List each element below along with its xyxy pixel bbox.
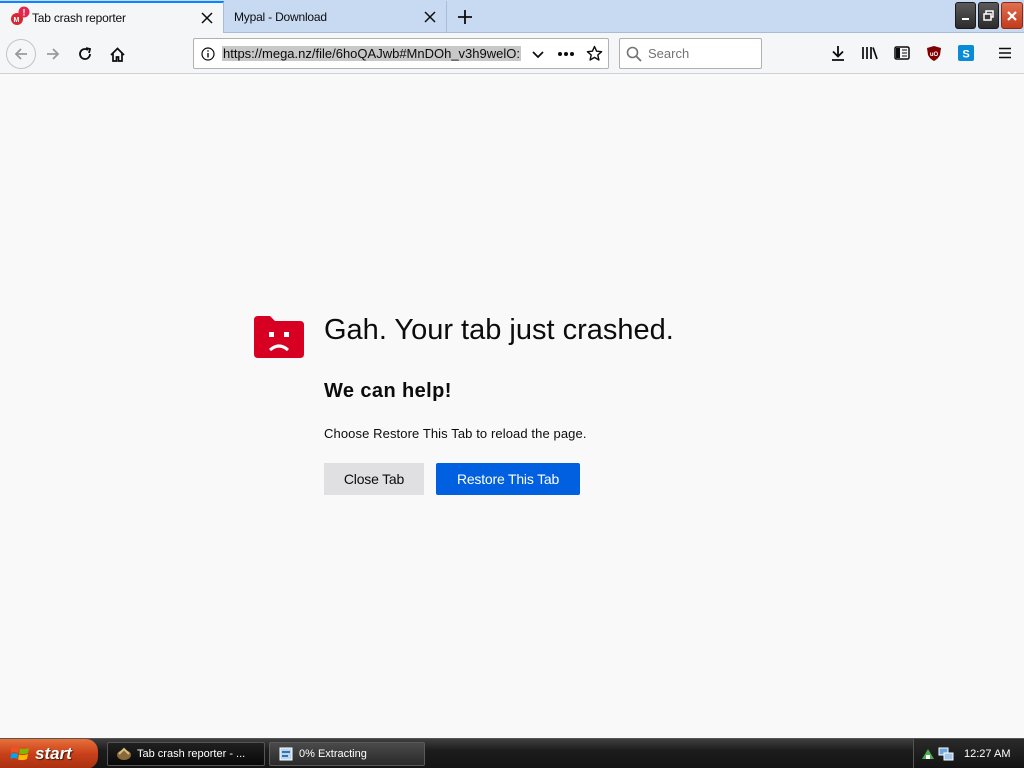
page-actions-icon[interactable] (552, 51, 580, 57)
menu-button[interactable] (992, 40, 1018, 66)
sidebar-button[interactable] (889, 40, 915, 66)
tab-title: Mypal - Download (234, 10, 327, 24)
mega-favicon-icon: M ! (10, 6, 30, 26)
system-tray: 12:27 AM (913, 739, 1024, 768)
windows-logo-icon (10, 747, 29, 761)
warning-badge-icon: ! (18, 6, 30, 18)
close-tab-button[interactable]: Close Tab (324, 463, 424, 495)
chevron-down-icon[interactable] (524, 47, 552, 61)
site-info-icon[interactable] (194, 46, 222, 61)
restore-icon (982, 9, 994, 21)
search-input[interactable] (648, 46, 761, 61)
url-bar[interactable]: https://mega.nz/file/6hoQAJwb#MnDOh_v3h9… (193, 38, 609, 69)
navigation-toolbar: https://mega.nz/file/6hoQAJwb#MnDOh_v3h9… (0, 33, 1024, 74)
tab-strip: M ! Tab crash reporter Mypal - Download (0, 0, 1024, 33)
network-icon[interactable] (938, 746, 954, 762)
sidebar-icon (894, 46, 910, 60)
mypal-browser-icon (117, 747, 131, 760)
forward-button[interactable] (39, 40, 67, 68)
back-arrow-icon (14, 48, 27, 60)
svg-text:uO: uO (930, 52, 939, 58)
start-label: start (35, 744, 72, 763)
reload-icon (79, 47, 92, 60)
page-description: Choose Restore This Tab to reload the pa… (324, 426, 587, 441)
taskbar-item-browser[interactable]: Tab crash reporter - ... (107, 742, 265, 766)
skype-icon: S (958, 45, 974, 61)
svg-text:S: S (962, 49, 969, 61)
tab-crash-page: Gah. Your tab just crashed. We can help!… (0, 74, 1024, 738)
clock[interactable]: 12:27 AM (964, 748, 1010, 760)
restore-window-button[interactable] (978, 2, 999, 29)
close-tab-icon[interactable] (420, 7, 440, 27)
back-button[interactable] (6, 39, 36, 69)
restore-tab-button[interactable]: Restore This Tab (436, 463, 580, 495)
minimize-window-button[interactable] (955, 2, 976, 29)
taskbar-item-extracting[interactable]: 0% Extracting (269, 742, 425, 766)
ublock-origin-button[interactable]: uO (921, 40, 947, 66)
plus-icon (458, 10, 472, 24)
download-icon (832, 46, 844, 61)
windows-taskbar: start Tab crash reporter - ... 0% Extrac… (0, 738, 1024, 768)
skype-button[interactable]: S (953, 40, 979, 66)
search-icon (620, 46, 648, 62)
svg-text:!: ! (23, 8, 26, 18)
svg-text:M: M (14, 17, 20, 24)
start-button[interactable]: start (0, 739, 98, 768)
ublock-shield-icon: uO (927, 45, 941, 61)
search-bar[interactable] (619, 38, 762, 69)
minimize-icon (961, 17, 969, 20)
home-icon (109, 46, 125, 62)
tray-app-icon[interactable] (920, 746, 936, 762)
tab-mypal-download[interactable]: Mypal - Download (225, 1, 447, 33)
bookmark-star-icon[interactable] (580, 45, 608, 62)
reload-button[interactable] (71, 40, 99, 68)
tab-crash-reporter[interactable]: M ! Tab crash reporter (0, 1, 224, 33)
library-button[interactable] (857, 40, 883, 66)
close-tab-icon[interactable] (197, 8, 217, 28)
downloads-button[interactable] (825, 40, 851, 66)
library-icon (862, 47, 878, 60)
url-text[interactable]: https://mega.nz/file/6hoQAJwb#MnDOh_v3h9… (222, 45, 524, 62)
sad-tab-icon (254, 314, 304, 358)
tab-title: Tab crash reporter (32, 11, 126, 25)
forward-arrow-icon (47, 48, 60, 60)
home-button[interactable] (103, 40, 131, 68)
close-window-button[interactable] (1001, 2, 1023, 29)
close-icon (1007, 10, 1017, 21)
page-title: Gah. Your tab just crashed. (324, 314, 674, 346)
archive-extract-icon (279, 747, 293, 761)
page-subtitle: We can help! (324, 380, 452, 402)
hamburger-menu-icon (999, 47, 1011, 59)
new-tab-button[interactable] (452, 4, 478, 30)
